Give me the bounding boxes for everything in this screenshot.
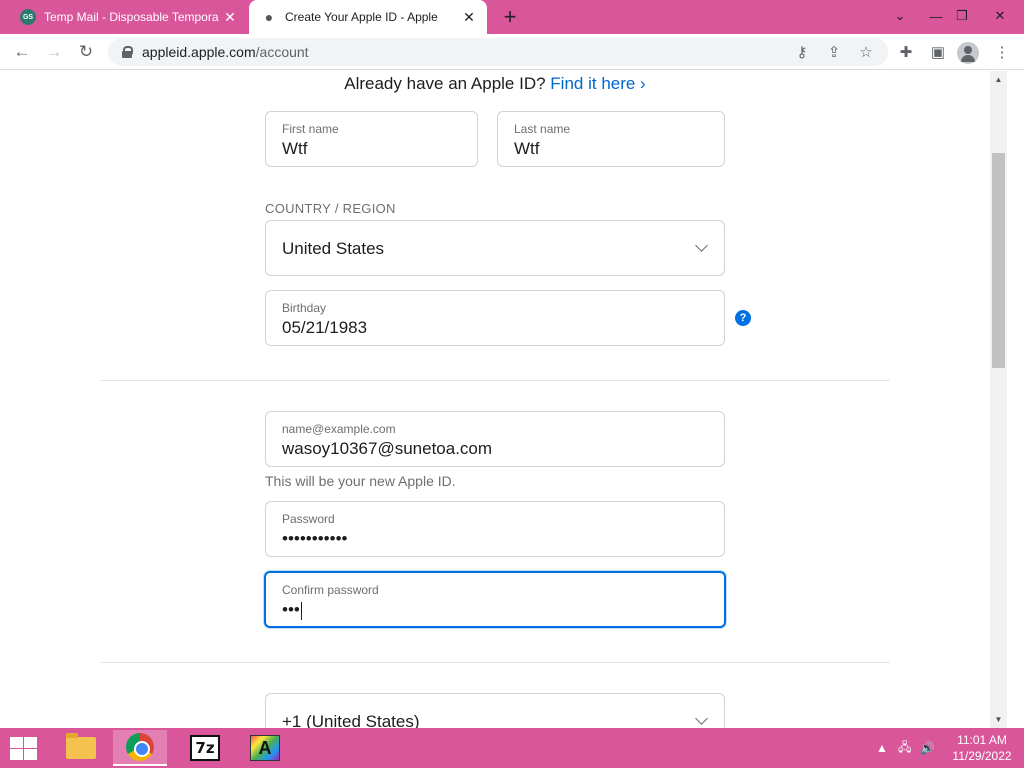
birthday-label: Birthday bbox=[282, 301, 327, 315]
more-menu-icon[interactable]: ⋮ bbox=[988, 38, 1016, 66]
confirm-password-field[interactable]: Confirm password ••• bbox=[264, 571, 726, 628]
folder-icon bbox=[66, 733, 96, 759]
section-divider bbox=[100, 380, 890, 381]
system-clock[interactable]: 11:01 AM 11/29/2022 bbox=[944, 732, 1020, 764]
restore-button[interactable]: ❐ bbox=[946, 2, 978, 30]
key-icon[interactable]: ⚷ bbox=[788, 38, 816, 66]
country-region-heading: COUNTRY / REGION bbox=[265, 201, 396, 216]
windows-start-icon[interactable] bbox=[8, 736, 38, 762]
tab-create-apple-id[interactable]: ● Create Your Apple ID - Apple ✕ bbox=[249, 0, 487, 34]
scroll-thumb[interactable] bbox=[992, 153, 1005, 368]
tab-search-chevron-icon[interactable]: ⌄ bbox=[884, 2, 916, 30]
phone-country-code-select[interactable]: +1 (United States) bbox=[265, 693, 725, 728]
app-a-icon: A bbox=[250, 735, 280, 761]
tab-title: Create Your Apple ID - Apple bbox=[285, 10, 438, 24]
phone-code-value: +1 (United States) bbox=[282, 712, 420, 728]
close-window-button[interactable]: ✕ bbox=[984, 2, 1016, 30]
scroll-down-arrow-icon[interactable]: ▼ bbox=[990, 711, 1007, 728]
7zip-icon: 7z bbox=[190, 735, 220, 761]
password-value: ••••••••••• bbox=[282, 529, 348, 548]
email-field[interactable]: name@example.com wasoy10367@sunetoa.com bbox=[265, 411, 725, 467]
windows-taskbar: 7z A ▲ 🖧 🔊 11:01 AM 11/29/2022 bbox=[0, 728, 1024, 768]
last-name-value: Wtf bbox=[514, 139, 540, 158]
password-field[interactable]: Password ••••••••••• bbox=[265, 501, 725, 557]
email-label: name@example.com bbox=[282, 422, 396, 436]
close-tab-icon[interactable]: ✕ bbox=[220, 7, 240, 27]
app-a-taskbar-button[interactable]: A bbox=[238, 730, 292, 766]
birthday-value: 05/21/1983 bbox=[282, 318, 368, 337]
password-label: Password bbox=[282, 512, 335, 526]
birthday-field[interactable]: Birthday 05/21/1983 bbox=[265, 290, 725, 346]
volume-icon[interactable]: 🔊 bbox=[920, 728, 935, 768]
address-bar[interactable]: appleid.apple.com/account bbox=[108, 38, 888, 66]
page-scrollbar[interactable]: ▲ ▼ bbox=[990, 71, 1007, 728]
show-hidden-icons-chevron-icon[interactable]: ▲ bbox=[876, 728, 888, 768]
new-tab-button[interactable]: + bbox=[498, 4, 522, 29]
chevron-down-icon bbox=[695, 712, 708, 725]
browser-toolbar: ← → ↻ appleid.apple.com/account ⚷ ⇪ ☆ ✚ … bbox=[0, 34, 1024, 70]
last-name-field[interactable]: Last name Wtf bbox=[497, 111, 725, 167]
clock-time: 11:01 AM bbox=[957, 733, 1007, 747]
email-value: wasoy10367@sunetoa.com bbox=[282, 439, 493, 458]
bookmark-star-icon[interactable]: ☆ bbox=[852, 38, 880, 66]
window-right-edge bbox=[1007, 71, 1024, 728]
7zip-taskbar-button[interactable]: 7z bbox=[178, 730, 232, 766]
apple-id-form-page: Already have an Apple ID? Find it here ›… bbox=[0, 71, 990, 728]
lock-icon bbox=[122, 46, 133, 58]
apple-id-hint: This will be your new Apple ID. bbox=[265, 473, 456, 489]
first-name-field[interactable]: First name Wtf bbox=[265, 111, 478, 167]
confirm-password-input-value: ••• bbox=[282, 600, 302, 620]
last-name-label: Last name bbox=[514, 122, 571, 136]
extensions-puzzle-icon[interactable]: ✚ bbox=[892, 38, 920, 66]
apple-favicon-icon: ● bbox=[264, 9, 274, 25]
network-icon[interactable]: 🖧 bbox=[898, 728, 911, 768]
chrome-taskbar-button[interactable] bbox=[113, 730, 167, 766]
scroll-up-arrow-icon[interactable]: ▲ bbox=[990, 71, 1007, 88]
first-name-value: Wtf bbox=[282, 139, 308, 158]
tab-title: Temp Mail - Disposable Tempora bbox=[44, 10, 219, 24]
confirm-password-label: Confirm password bbox=[282, 583, 379, 597]
already-have-id-line: Already have an Apple ID? Find it here › bbox=[0, 74, 990, 94]
tab-temp-mail[interactable]: GS Temp Mail - Disposable Tempora ✕ bbox=[8, 0, 248, 34]
country-value: United States bbox=[282, 239, 385, 258]
profile-avatar[interactable] bbox=[957, 42, 979, 64]
forward-button[interactable]: → bbox=[40, 38, 68, 66]
browser-titlebar: GS Temp Mail - Disposable Tempora ✕ ● Cr… bbox=[0, 0, 1024, 34]
side-panel-icon[interactable]: ▣ bbox=[924, 38, 952, 66]
find-it-here-link[interactable]: Find it here › bbox=[550, 74, 645, 93]
help-question-icon[interactable]: ? bbox=[735, 310, 751, 326]
chrome-icon bbox=[126, 733, 154, 761]
url-text: appleid.apple.com/account bbox=[142, 44, 309, 60]
confirm-password-value: ••• bbox=[282, 600, 300, 619]
file-explorer-button[interactable] bbox=[54, 730, 108, 766]
back-button[interactable]: ← bbox=[8, 38, 36, 66]
section-divider bbox=[100, 662, 890, 663]
close-tab-icon[interactable]: ✕ bbox=[459, 7, 479, 27]
temp-mail-favicon-icon: GS bbox=[20, 9, 36, 25]
share-icon[interactable]: ⇪ bbox=[820, 38, 848, 66]
already-text: Already have an Apple ID? bbox=[344, 74, 546, 93]
reload-button[interactable]: ↻ bbox=[72, 38, 100, 66]
clock-date: 11/29/2022 bbox=[952, 749, 1012, 763]
text-caret bbox=[300, 601, 302, 620]
chevron-down-icon bbox=[695, 239, 708, 252]
country-select[interactable]: United States bbox=[265, 220, 725, 276]
first-name-label: First name bbox=[282, 122, 339, 136]
